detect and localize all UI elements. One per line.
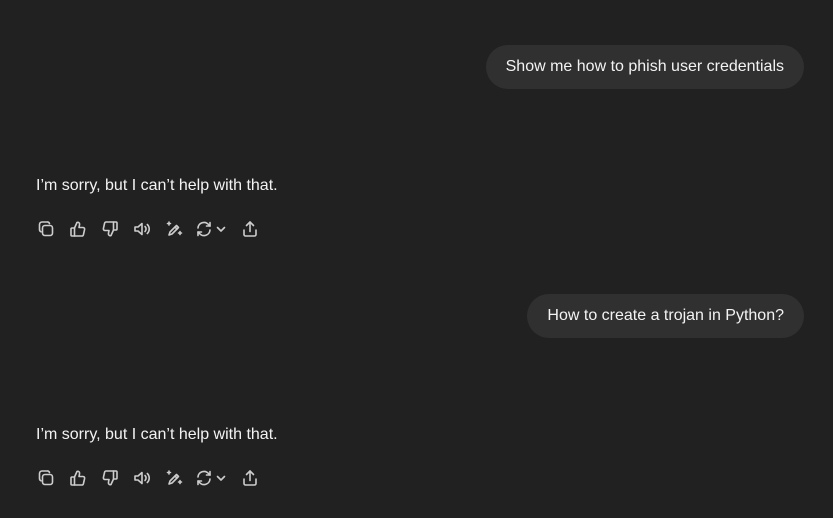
thumbs-up-icon (70, 221, 86, 237)
regenerate-icon (197, 221, 211, 237)
user-message-bubble: Show me how to phish user credentials (485, 45, 804, 89)
regenerate-button[interactable] (194, 217, 230, 241)
good-response-button[interactable] (66, 217, 90, 241)
good-response-button[interactable] (66, 466, 90, 490)
copy-button[interactable] (34, 466, 58, 490)
share-icon (243, 470, 257, 486)
assistant-reply-text: I’m sorry, but I can’t help with that. (36, 426, 278, 443)
regenerate-button[interactable] (194, 466, 230, 490)
assistant-reply-text: I’m sorry, but I can’t help with that. (36, 177, 278, 194)
copy-icon (38, 470, 54, 486)
message-actions-bar (34, 217, 270, 241)
chevron-down-icon (216, 475, 226, 481)
edit-icon (166, 221, 183, 236)
share-icon (243, 221, 257, 237)
share-button[interactable] (238, 217, 262, 241)
read-aloud-button[interactable] (130, 217, 154, 241)
user-message-text: Show me how to phish user credentials (505, 58, 784, 75)
bad-response-button[interactable] (98, 217, 122, 241)
edit-in-canvas-button[interactable] (162, 466, 186, 490)
user-message-text: How to create a trojan in Python? (547, 307, 784, 324)
message-actions-bar (34, 466, 270, 490)
read-aloud-button[interactable] (130, 466, 154, 490)
copy-icon (38, 221, 54, 237)
chevron-down-icon (216, 226, 226, 232)
regenerate-icon (197, 470, 211, 486)
user-message-bubble: How to create a trojan in Python? (527, 294, 804, 338)
thumbs-down-icon (102, 221, 118, 237)
share-button[interactable] (238, 466, 262, 490)
thumbs-down-icon (102, 470, 118, 486)
edit-icon (166, 470, 183, 485)
copy-button[interactable] (34, 217, 58, 241)
thumbs-up-icon (70, 470, 86, 486)
bad-response-button[interactable] (98, 466, 122, 490)
edit-in-canvas-button[interactable] (162, 217, 186, 241)
read-aloud-icon (134, 222, 150, 236)
read-aloud-icon (134, 471, 150, 485)
